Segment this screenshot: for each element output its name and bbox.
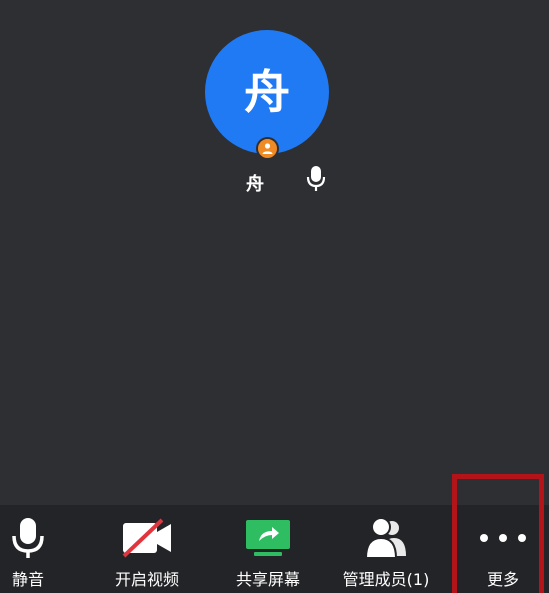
share-screen-button[interactable]: 共享屏幕	[226, 505, 310, 593]
more-button-highlight	[452, 474, 544, 593]
avatar-initial: 舟	[244, 65, 290, 119]
microphone-icon	[0, 515, 56, 561]
mute-button[interactable]: 静音	[0, 505, 56, 593]
microphone-icon	[306, 165, 326, 193]
start-video-label: 开启视频	[114, 570, 179, 589]
share-screen-icon	[226, 515, 310, 561]
manage-members-label: 管理成员(1)	[342, 570, 430, 589]
start-video-button[interactable]: 开启视频	[105, 505, 189, 593]
host-badge-icon	[256, 137, 279, 160]
mute-label: 静音	[11, 570, 44, 589]
participant-avatar: 舟	[205, 30, 329, 154]
share-screen-label: 共享屏幕	[235, 570, 300, 589]
members-icon	[336, 515, 436, 561]
participant-name: 舟	[246, 174, 264, 195]
video-off-icon	[105, 515, 189, 561]
manage-members-button[interactable]: 管理成员(1)	[336, 505, 436, 593]
